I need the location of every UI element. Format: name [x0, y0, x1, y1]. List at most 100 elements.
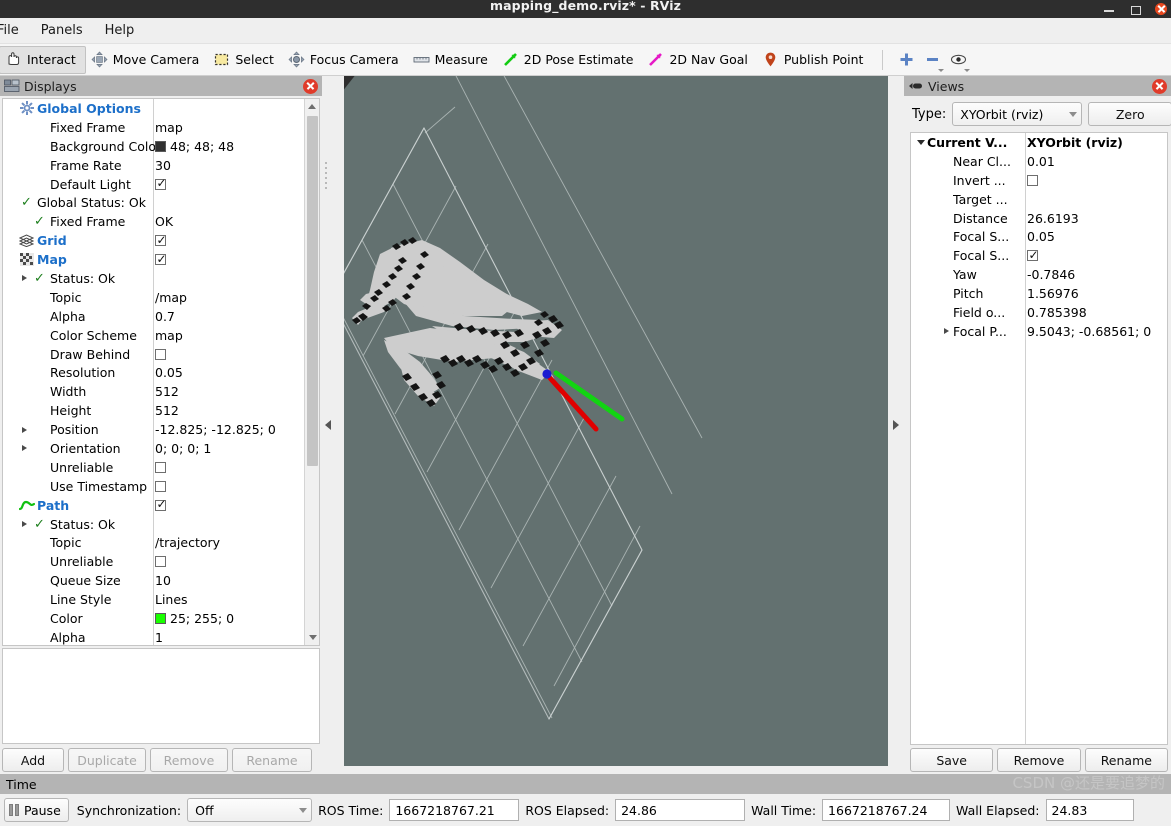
display-row[interactable]: Resolution0.05	[3, 363, 303, 382]
display-row[interactable]: Topic/map	[3, 288, 303, 307]
display-row[interactable]: Position-12.825; -12.825; 0	[3, 420, 303, 439]
scroll-up-icon[interactable]	[305, 99, 319, 114]
menu-help[interactable]: Help	[94, 21, 146, 40]
row-checkbox[interactable]	[155, 179, 166, 190]
display-row[interactable]: ✓Fixed FrameOK	[3, 212, 303, 231]
display-row[interactable]: Orientation0; 0; 0; 1	[3, 439, 303, 458]
row-checkbox[interactable]	[155, 235, 166, 246]
view-property-row[interactable]: Target ...	[911, 190, 1167, 209]
tool-interact[interactable]: Interact	[0, 46, 86, 74]
tool-focus-camera[interactable]: Focus Camera	[283, 46, 408, 74]
row-expander[interactable]	[18, 427, 31, 433]
display-row[interactable]: Width512	[3, 382, 303, 401]
row-value-cell[interactable]: 25; 255; 0	[155, 609, 234, 628]
rename-button[interactable]: Rename	[232, 748, 312, 772]
row-value-cell[interactable]: Lines	[155, 590, 188, 609]
render-viewport[interactable]	[344, 76, 888, 766]
row-value-cell[interactable]: 512	[155, 382, 179, 401]
display-row[interactable]: Path	[3, 496, 303, 515]
row-value-cell[interactable]: OK	[155, 212, 173, 231]
row-checkbox[interactable]	[155, 500, 166, 511]
row-checkbox[interactable]	[155, 556, 166, 567]
row-expander[interactable]	[18, 521, 31, 527]
row-value-cell[interactable]	[155, 231, 166, 250]
row-value-cell[interactable]	[155, 552, 166, 571]
row-checkbox[interactable]	[155, 462, 166, 473]
display-row[interactable]: Frame Rate30	[3, 156, 303, 175]
row-value-cell[interactable]: 10	[155, 571, 171, 590]
views-collapse-handle[interactable]	[888, 76, 904, 774]
row-checkbox[interactable]	[1027, 175, 1038, 186]
row-value-cell[interactable]: /trajectory	[155, 533, 220, 552]
scroll-down-icon[interactable]	[305, 630, 320, 645]
add-button[interactable]: Add	[2, 748, 64, 772]
displays-collapse-handle[interactable]	[322, 76, 334, 774]
view-property-row[interactable]: Near Cl...0.01	[911, 152, 1167, 171]
row-value-cell[interactable]: 0.785398	[1027, 305, 1087, 320]
view-property-row[interactable]: Pitch1.56976	[911, 284, 1167, 303]
display-row[interactable]: Default Light	[3, 175, 303, 194]
display-row[interactable]: Use Timestamp	[3, 477, 303, 496]
maximize-icon[interactable]	[1129, 3, 1141, 15]
view-property-row[interactable]: Invert ...	[911, 171, 1167, 190]
row-checkbox[interactable]	[155, 254, 166, 265]
row-value-cell[interactable]: 1	[155, 628, 163, 646]
minimize-icon[interactable]	[1103, 3, 1115, 15]
row-value-cell[interactable]	[1027, 175, 1038, 186]
display-row[interactable]: Alpha0.7	[3, 307, 303, 326]
close-icon[interactable]	[1152, 79, 1167, 94]
remove-button[interactable]: Remove	[150, 748, 228, 772]
view-type-select[interactable]: XYOrbit (rviz)	[952, 102, 1082, 126]
tool-2d-pose-estimate[interactable]: 2D Pose Estimate	[497, 46, 643, 74]
view-property-row[interactable]: Focal P...9.5043; -0.68561; 0	[911, 322, 1167, 341]
row-value-cell[interactable]: 48; 48; 48	[155, 137, 234, 156]
view-property-row[interactable]: Focal S...	[911, 246, 1167, 265]
close-icon[interactable]	[1155, 3, 1167, 15]
display-row[interactable]: ✓Global Status: Ok	[3, 193, 303, 212]
plus-icon[interactable]	[893, 47, 919, 73]
view-property-row[interactable]: Current V...XYOrbit (rviz)	[911, 133, 1167, 152]
ros-time-input[interactable]: 1667218767.21	[389, 799, 519, 821]
row-expander[interactable]	[914, 140, 927, 145]
row-value-cell[interactable]	[1027, 250, 1038, 261]
displays-tree[interactable]: Global OptionsFixed FramemapBackground C…	[2, 98, 320, 646]
row-value-cell[interactable]: /map	[155, 288, 187, 307]
display-row[interactable]: Grid	[3, 231, 303, 250]
tool-2d-nav-goal[interactable]: 2D Nav Goal	[642, 46, 756, 74]
color-swatch[interactable]	[155, 141, 166, 152]
row-value-cell[interactable]	[155, 458, 166, 477]
row-value-cell[interactable]: XYOrbit (rviz)	[1027, 135, 1123, 150]
display-row[interactable]: Unreliable	[3, 552, 303, 571]
row-value-cell[interactable]: 0.01	[1027, 154, 1055, 169]
save-view-button[interactable]: Save	[910, 748, 993, 772]
tool-publish-point[interactable]: Publish Point	[757, 46, 873, 74]
row-checkbox[interactable]	[155, 349, 166, 360]
row-value-cell[interactable]: 1.56976	[1027, 286, 1079, 301]
tool-measure[interactable]: Measure	[408, 46, 497, 74]
view-property-row[interactable]: Yaw-0.7846	[911, 265, 1167, 284]
row-checkbox[interactable]	[155, 481, 166, 492]
row-value-cell[interactable]: -0.7846	[1027, 267, 1075, 282]
displays-scrollbar[interactable]	[304, 99, 319, 645]
display-row[interactable]: Color Schememap	[3, 326, 303, 345]
wall-elapsed-input[interactable]: 24.83	[1046, 799, 1134, 821]
display-row[interactable]: ✓Status: Ok	[3, 269, 303, 288]
view-property-row[interactable]: Distance26.6193	[911, 209, 1167, 228]
menu-panels[interactable]: Panels	[30, 21, 94, 40]
display-row[interactable]: Height512	[3, 401, 303, 420]
row-value-cell[interactable]: 0.05	[155, 363, 183, 382]
row-expander[interactable]	[18, 445, 31, 451]
display-row[interactable]: Background Color48; 48; 48	[3, 137, 303, 156]
display-row[interactable]: Map	[3, 250, 303, 269]
row-expander[interactable]	[18, 275, 31, 281]
row-value-cell[interactable]: 26.6193	[1027, 211, 1079, 226]
menu-file[interactable]: File	[0, 21, 30, 40]
remove-view-button[interactable]: Remove	[997, 748, 1080, 772]
tool-move-camera[interactable]: Move Camera	[86, 46, 209, 74]
views-tree[interactable]: Current V...XYOrbit (rviz)Near Cl...0.01…	[910, 132, 1168, 745]
row-value-cell[interactable]: 0; 0; 0; 1	[155, 439, 211, 458]
row-value-cell[interactable]: 0.05	[1027, 229, 1055, 244]
row-value-cell[interactable]: 0.7	[155, 307, 175, 326]
zero-button[interactable]: Zero	[1088, 102, 1171, 126]
display-row[interactable]: Draw Behind	[3, 345, 303, 364]
